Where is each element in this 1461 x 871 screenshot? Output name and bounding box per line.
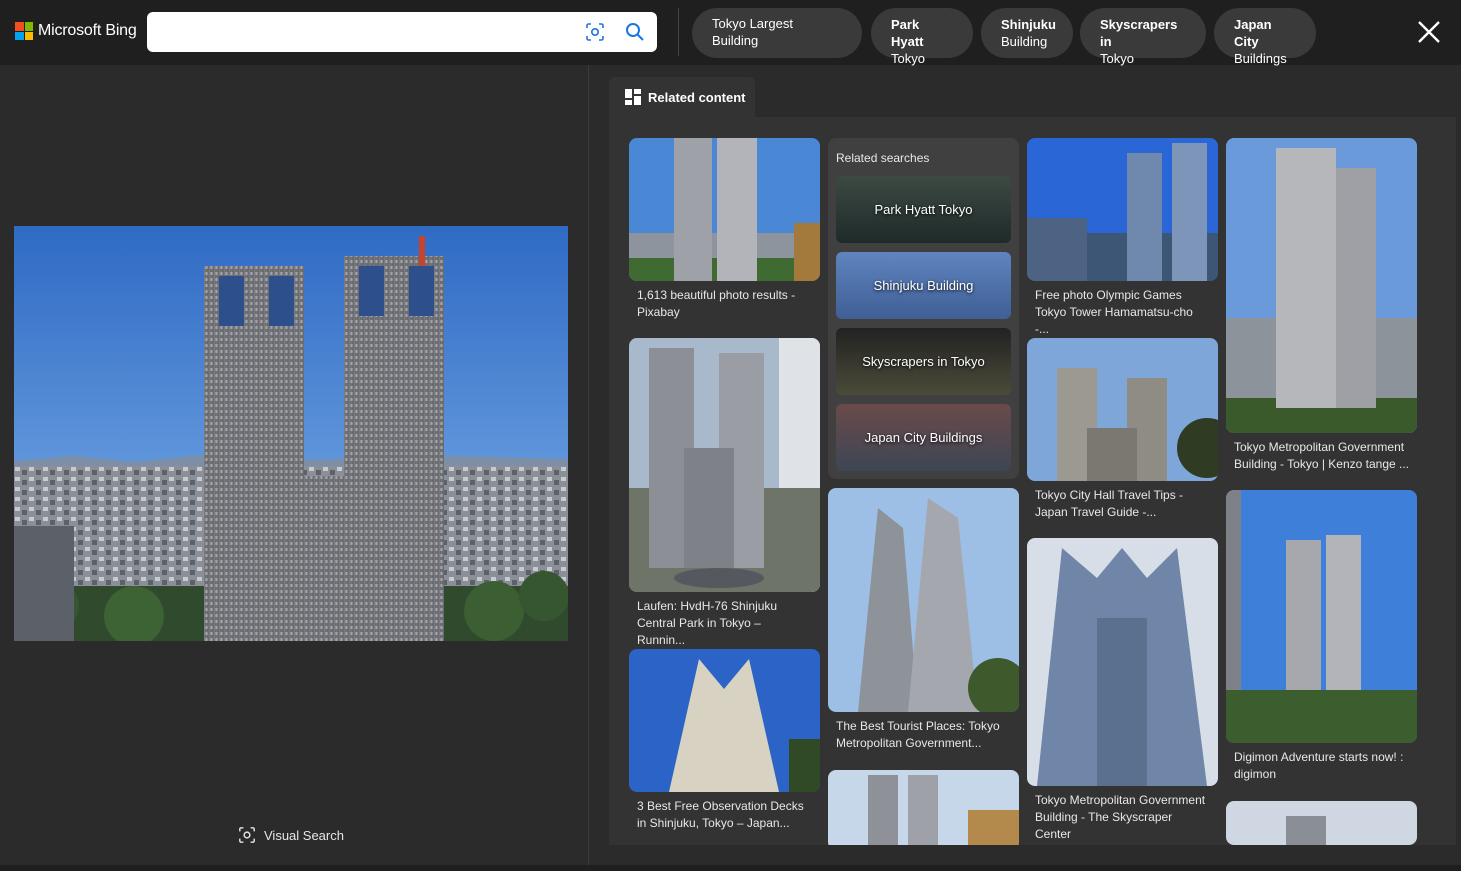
pill-label-line1: Shinjuku [1001,17,1056,32]
pane-divider [588,65,589,865]
related-search-label: Skyscrapers in Tokyo [862,354,985,369]
related-searches-title: Related searches [836,151,930,165]
result-caption: Digimon Adventure starts now! : digimon [1234,750,1404,781]
result-card[interactable]: Tokyo City Hall Travel Tips - Japan Trav… [1027,338,1218,521]
microsoft-logo-icon [15,22,33,40]
bing-logo[interactable]: Microsoft Bing [15,22,137,40]
pill-label-line1: Park Hyatt [891,17,924,49]
related-search-skyscrapers-in-tokyo[interactable]: Skyscrapers in Tokyo [836,328,1011,395]
pill-label-line2: Tokyo [891,51,925,66]
tab-related-content[interactable]: Related content [609,77,755,117]
result-card[interactable]: 1,613 beautiful photo results - Pixabay [629,138,820,321]
pill-park-hyatt-tokyo[interactable]: Park Hyatt Tokyo [871,8,973,66]
result-thumbnail[interactable] [629,338,820,592]
related-search-shinjuku-building[interactable]: Shinjuku Building [836,252,1011,319]
related-search-label: Japan City Buildings [864,430,983,445]
result-card[interactable]: Digimon Adventure starts now! : digimon [1226,490,1417,783]
result-card[interactable]: Tokyo Metropolitan Government Building -… [1027,538,1218,843]
result-card[interactable]: Laufen: HvdH-76 Shinjuku Central Park in… [629,338,820,649]
result-caption: The Best Tourist Places: Tokyo Metropoli… [836,719,1000,750]
result-thumbnail[interactable] [629,138,820,281]
pill-label-line1: Japan City [1234,17,1272,49]
related-search-label: Park Hyatt Tokyo [874,202,973,217]
pill-skyscrapers-in-tokyo[interactable]: Skyscrapers in Tokyo [1080,8,1206,66]
result-thumbnail[interactable] [828,770,1019,845]
result-thumbnail[interactable] [1226,801,1417,845]
search-input[interactable] [159,20,579,44]
related-search-label: Shinjuku Building [873,278,974,293]
result-caption: 1,613 beautiful photo results - Pixabay [637,288,796,319]
result-thumbnail[interactable] [1027,138,1218,281]
pill-label-line2: Building [1001,34,1048,49]
header-divider [678,8,679,56]
related-search-japan-city-buildings[interactable]: Japan City Buildings [836,404,1011,471]
bottom-bar [0,865,1461,871]
result-thumbnail[interactable] [1226,138,1417,433]
pill-label: Tokyo Largest Building [712,16,793,48]
pill-tokyo-largest-building[interactable]: Tokyo Largest Building [692,8,862,58]
result-card[interactable]: Free photo Olympic Games Tokyo Tower Ham… [1027,138,1218,338]
visual-search-icon [239,827,255,843]
related-content-grid: 1,613 beautiful photo results - Pixabay … [609,117,1456,845]
result-caption: Tokyo Metropolitan Government Building -… [1234,440,1410,471]
result-caption: Free photo Olympic Games Tokyo Tower Ham… [1035,288,1193,336]
result-thumbnail[interactable] [1027,538,1218,786]
result-thumbnail[interactable] [629,649,820,792]
main-image[interactable] [14,226,568,641]
result-card[interactable] [1226,801,1417,845]
result-caption: Laufen: HvdH-76 Shinjuku Central Park in… [637,599,778,647]
result-card[interactable]: Tokyo Metropolitan Government Building -… [1226,138,1417,473]
result-card[interactable]: The Best Tourist Places: Tokyo Metropoli… [828,488,1019,752]
result-card[interactable]: 3 Best Free Observation Decks in Shinjuk… [629,649,820,832]
top-bar: Microsoft Bing Tokyo Largest Building Pa… [0,0,1461,66]
related-search-park-hyatt-tokyo[interactable]: Park Hyatt Tokyo [836,176,1011,243]
pill-label-line2: Buildings [1234,51,1287,66]
tab-label: Related content [648,89,746,105]
result-thumbnail[interactable] [1027,338,1218,481]
grid-icon [625,89,641,105]
related-searches-panel: Related searches Park Hyatt Tokyo Shinju… [828,138,1019,479]
result-card[interactable] [828,770,1019,845]
pill-shinjuku-building[interactable]: Shinjuku Building [981,8,1073,58]
search-box[interactable] [147,12,657,52]
visual-search-label: Visual Search [264,827,344,843]
brand-name: Microsoft Bing [38,22,137,39]
visual-search-button[interactable]: Visual Search [238,826,344,844]
result-caption: Tokyo City Hall Travel Tips - Japan Trav… [1035,488,1184,519]
result-thumbnail[interactable] [1226,490,1417,743]
visual-search-icon[interactable] [585,22,605,42]
pill-label-line1: Skyscrapers in [1100,17,1178,49]
close-icon[interactable] [1416,19,1442,45]
search-icon[interactable] [625,22,645,42]
result-thumbnail[interactable] [828,488,1019,712]
pill-japan-city-buildings[interactable]: Japan City Buildings [1214,8,1316,66]
result-caption: Tokyo Metropolitan Government Building -… [1035,793,1206,841]
pill-label-line2: Tokyo [1100,51,1134,66]
result-caption: 3 Best Free Observation Decks in Shinjuk… [637,799,804,830]
